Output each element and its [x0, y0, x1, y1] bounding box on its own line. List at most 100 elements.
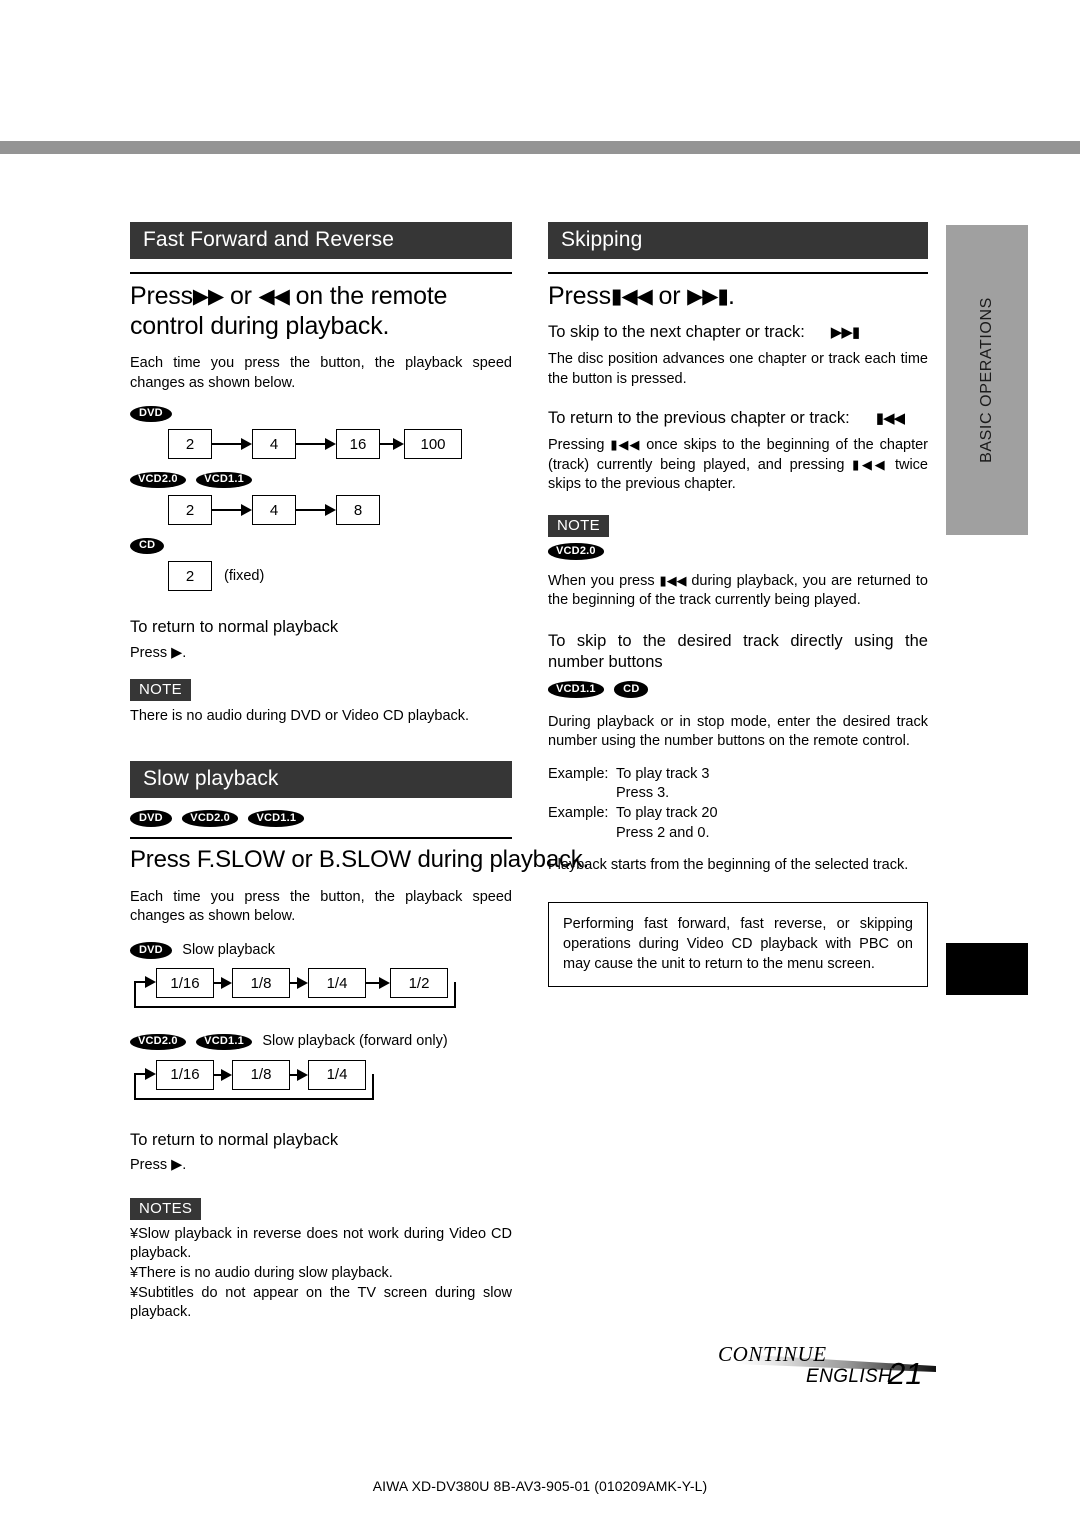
- intro-text-slow: Each time you press the button, the play…: [130, 888, 512, 925]
- skip-next-icon: ▶▶▮: [830, 324, 860, 342]
- slow-flow-vcd: 1/16 1/8 1/4: [130, 1059, 512, 1108]
- note-text-part-a: When you press: [548, 572, 660, 589]
- badge-row-slow-dvd: DVD Slow playback: [130, 941, 512, 961]
- fast-reverse-icon: ◀◀: [258, 285, 290, 309]
- return-heading-2: To return to normal playback: [130, 1130, 339, 1149]
- caution-box: Performing fast forward, fast reverse, o…: [548, 901, 928, 987]
- side-black-marker: [946, 943, 1028, 995]
- disc-badge-dvd: DVD: [130, 810, 172, 827]
- example-line-2: Press 3.: [616, 785, 670, 802]
- note-tag-right: NOTE: [548, 514, 609, 537]
- next-chapter-text: The disc position advances one chapter o…: [548, 351, 928, 388]
- slow-diagram-label-vcd: Slow playback (forward only): [262, 1033, 448, 1050]
- prev-chapter-text: Pressing ▮◀◀ once skips to the beginning…: [548, 436, 928, 495]
- instruction-suffix: .: [727, 282, 735, 311]
- disc-badge-vcd20: VCD2.0: [130, 471, 186, 489]
- section-header-slow-playback: Slow playback: [130, 760, 512, 798]
- skip-previous-icon: ▮◀◀: [875, 409, 905, 427]
- left-column: Fast Forward and Reverse Press▶▶ or ◀◀ o…: [130, 222, 590, 1323]
- note-item-text: Subtitles do not appear on the TV screen…: [130, 1284, 512, 1321]
- next-chapter-label: To skip to the next chapter or track:: [548, 323, 805, 342]
- slow-flow-dvd: 1/16 1/8 1/4 1/2: [130, 968, 512, 1016]
- disc-badge-vcd20: VCD2.0: [182, 810, 238, 827]
- flow-suffix-label: (fixed): [224, 568, 265, 585]
- note-item: ¥Subtitles do not appear on the TV scree…: [130, 1284, 512, 1323]
- flow-cell: 16: [336, 429, 380, 460]
- number-buttons-heading: To skip to the desired track directly us…: [548, 631, 928, 672]
- return-text-1: Press ▶.: [130, 644, 187, 661]
- example-line-2: Press 2 and 0.: [616, 824, 710, 841]
- skip-previous-icon: ▮◀◀: [659, 572, 688, 588]
- arrow-icon: [380, 438, 404, 451]
- side-tab-basic-operations: BASIC OPERATIONS: [946, 225, 1028, 535]
- disc-badge-cd: CD: [130, 537, 165, 555]
- skip-previous-icon: ▮◀◀: [610, 437, 641, 453]
- return-heading-1: To return to normal playback: [130, 618, 339, 637]
- prev-chapter-label: To return to the previous chapter or tra…: [548, 408, 850, 427]
- continue-footer: CONTINUE ENGLISH 21: [700, 1338, 940, 1400]
- flow-cell: 100: [404, 429, 462, 460]
- note-item-text: Slow playback in reverse does not work d…: [130, 1225, 512, 1262]
- flow-cell: 4: [252, 495, 296, 526]
- disc-badge-vcd20: VCD2.0: [130, 1033, 186, 1051]
- prev-text-part-a: Pressing: [548, 437, 611, 454]
- instruction-mid: or: [651, 282, 688, 311]
- instruction-prefix: Press: [130, 282, 193, 311]
- skip-next-icon: ▶▶▮: [687, 285, 729, 309]
- note-bullet-icon: ¥: [130, 1264, 139, 1281]
- note-text-right: When you press ▮◀◀ during playback, you …: [548, 572, 928, 611]
- example-block-1: Example: To play track 3: [548, 765, 928, 785]
- top-gray-band: [0, 141, 1080, 154]
- footer-document-code: AIWA XD-DV380U 8B-AV3-905-01 (010209AMK-…: [372, 1478, 708, 1494]
- note-text-1: There is no audio during DVD or Video CD…: [130, 708, 470, 725]
- notes-list: ¥Slow playback in reverse does not work …: [130, 1225, 512, 1323]
- note-bullet-icon: ¥: [130, 1284, 139, 1301]
- note-item-text: There is no audio during slow playback.: [138, 1264, 393, 1281]
- badge-row-dvd: DVD: [130, 405, 512, 423]
- arrow-icon: [296, 504, 336, 517]
- example-label: Example:: [548, 765, 609, 782]
- side-tab-label: BASIC OPERATIONS: [978, 297, 995, 463]
- after-examples-text: Playback starts from the beginning of th…: [548, 857, 909, 874]
- divider-rule: [130, 272, 512, 275]
- arrow-icon: [296, 438, 336, 451]
- slow-diagram-label-dvd: Slow playback: [182, 941, 275, 958]
- skip-previous-icon: ▮◀◀: [852, 456, 888, 472]
- flow-cell: 4: [252, 429, 296, 460]
- note-bullet-icon: ¥: [130, 1225, 139, 1242]
- speed-flow-vcd: 2 4 8: [168, 495, 512, 526]
- note-item: ¥There is no audio during slow playback.: [130, 1264, 512, 1284]
- return-text-2: Press ▶.: [130, 1157, 187, 1174]
- disc-badge-vcd11: VCD1.1: [196, 1033, 252, 1051]
- flow-cell: 2: [168, 561, 212, 592]
- page-number: 21: [888, 1356, 923, 1391]
- example-label: Example:: [548, 804, 609, 821]
- divider-rule: [130, 836, 512, 839]
- instruction-mid: or: [223, 282, 259, 311]
- loop-back-line: [134, 1073, 374, 1100]
- manual-page: Fast Forward and Reverse Press▶▶ or ◀◀ o…: [0, 0, 1080, 1528]
- instruction-skipping: Press▮◀◀ or ▶▶▮.: [548, 281, 928, 311]
- instruction-slow-playback: Press F.SLOW or B.SLOW during playback.: [130, 845, 590, 873]
- flow-cell: 8: [336, 495, 380, 526]
- badge-row-vcd: VCD2.0 VCD1.1: [130, 471, 512, 489]
- badge-row-note: VCD2.0: [548, 543, 928, 561]
- disc-badge-vcd11: VCD1.1: [196, 471, 252, 489]
- speed-flow-dvd: 2 4 16 100: [168, 429, 512, 460]
- notes-tag-2: NOTES: [130, 1197, 202, 1220]
- badge-row-cd: CD: [130, 537, 512, 555]
- disc-badge-vcd11: VCD1.1: [248, 810, 305, 827]
- example-line-1: To play track 20: [616, 804, 718, 821]
- note-tag-1: NOTE: [130, 679, 191, 702]
- number-buttons-text: During playback or in stop mode, enter t…: [548, 713, 928, 750]
- badge-row-slow: DVD VCD2.0 VCD1.1: [130, 810, 512, 828]
- note-item: ¥Slow playback in reverse does not work …: [130, 1225, 512, 1264]
- arrow-icon: [212, 438, 252, 451]
- loop-back-line: [134, 982, 456, 1009]
- prev-chapter-heading: To return to the previous chapter or tra…: [548, 408, 928, 429]
- language-label: ENGLISH: [806, 1366, 893, 1387]
- badge-row-number: VCD1.1 CD: [548, 681, 928, 699]
- disc-badge-dvd: DVD: [130, 405, 172, 423]
- continue-label: CONTINUE: [718, 1342, 827, 1366]
- speed-flow-cd: 2 (fixed): [168, 561, 512, 592]
